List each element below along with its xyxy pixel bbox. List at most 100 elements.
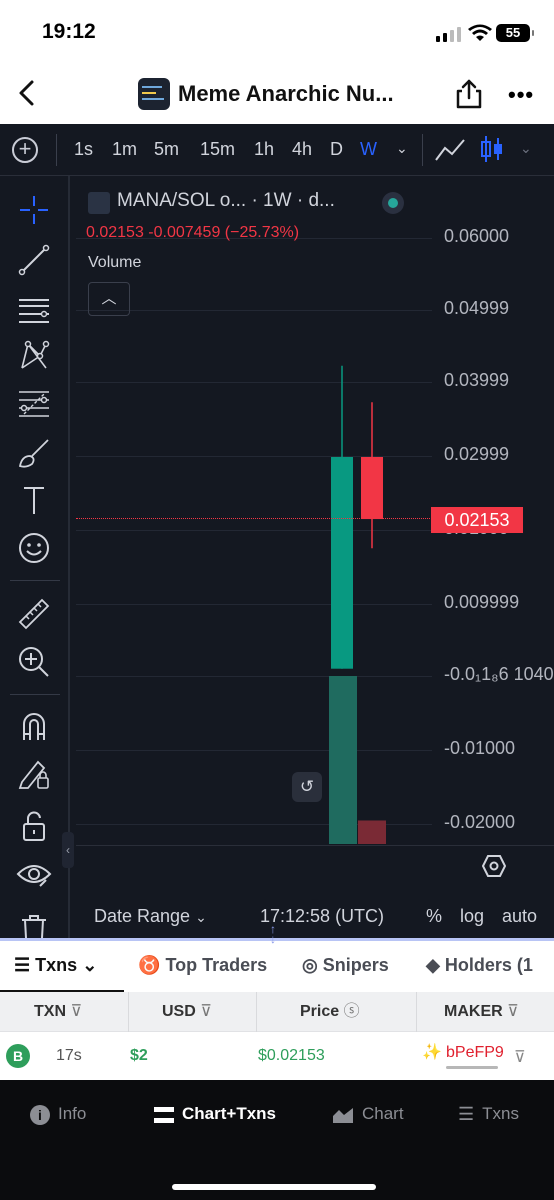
reset-chart-icon[interactable]: ↺	[292, 772, 322, 802]
candle-body	[331, 457, 353, 669]
horizontal-lines-icon[interactable]	[16, 292, 52, 328]
price-pane[interactable]: MANA/SOL o... · 1W · d... 0.02153 -0.007…	[76, 176, 554, 846]
brush-icon[interactable]	[16, 434, 52, 470]
column-divider	[128, 992, 129, 1032]
nav-txns-label: Txns	[482, 1104, 519, 1123]
timeframe-1s[interactable]: 1s	[74, 139, 93, 160]
tab-txns[interactable]: ☰ Txns ⌄	[14, 955, 97, 976]
nav-chart[interactable]: Chart	[332, 1104, 404, 1124]
eye-icon[interactable]	[16, 856, 52, 892]
tab-snipers[interactable]: ◎ Snipers	[302, 955, 389, 976]
toolbar-divider	[10, 580, 60, 581]
pattern-icon[interactable]	[16, 338, 52, 374]
cellular-signal-icon	[436, 27, 461, 42]
filter-icon[interactable]: ⊽	[70, 1003, 82, 1020]
lock-drawing-icon[interactable]	[16, 756, 52, 792]
nav-chart-txns-label: Chart+Txns	[182, 1104, 276, 1123]
battery-indicator: 55	[496, 24, 534, 42]
utc-clock[interactable]: 17:12:58 (UTC)	[260, 906, 384, 927]
log-scale-toggle[interactable]: log	[460, 906, 484, 927]
text-tool-icon[interactable]	[16, 482, 52, 518]
chart-type-dropdown-chevron-icon[interactable]: ⌄	[520, 140, 532, 157]
timeframe-w[interactable]: W	[360, 139, 377, 160]
magnet-icon[interactable]	[16, 708, 52, 744]
target-icon: ◎	[302, 955, 318, 975]
table-row[interactable]: B 17s $2 $0.02153 ✨ bPeFP9 ⊽	[0, 1032, 554, 1080]
column-usd[interactable]: USD ⊽	[162, 992, 212, 1032]
tab-holders[interactable]: ◆ Holders (1	[426, 955, 533, 976]
tab-top-traders-label: Top Traders	[165, 955, 268, 975]
candlestick-plot	[329, 365, 386, 844]
resize-handle-icon[interactable]: ↑ ↓	[270, 923, 276, 945]
chevron-down-icon: ⌄	[195, 909, 207, 925]
timeframe-toolbar: + 1s 1m 5m 15m 1h 4h D W ⌄ ⌄	[0, 124, 554, 176]
unlock-icon[interactable]	[16, 808, 52, 844]
maker-address[interactable]: bPeFP9	[446, 1044, 504, 1062]
column-txn-label: TXN	[34, 1003, 66, 1020]
zoom-in-icon[interactable]	[16, 644, 52, 680]
trash-icon[interactable]	[16, 910, 52, 938]
token-avatar	[138, 78, 170, 110]
collapse-legend-chevron-icon[interactable]: ︿	[88, 282, 130, 316]
add-indicator-icon[interactable]: +	[12, 137, 38, 163]
price-tick-label: 0.009999	[444, 592, 520, 612]
toolbar-divider	[10, 694, 60, 695]
price-tick-label: 0.02999	[444, 444, 510, 464]
pane-divider	[76, 845, 554, 846]
info-icon: i	[30, 1104, 50, 1125]
date-range-button[interactable]: Date Range ⌄	[94, 906, 207, 927]
auto-scale-toggle[interactable]: auto	[502, 906, 537, 927]
timeframe-1m[interactable]: 1m	[112, 139, 137, 160]
column-maker[interactable]: MAKER ⊽	[444, 992, 519, 1032]
nav-chart-txns[interactable]: Chart+Txns	[154, 1104, 276, 1124]
column-usd-label: USD	[162, 1003, 196, 1020]
filter-icon[interactable]: ⊽	[200, 1003, 212, 1020]
chart-widget: + 1s 1m 5m 15m 1h 4h D W ⌄ ⌄ ‹ MANA/SOL …	[0, 124, 554, 938]
timeframe-dropdown-chevron-icon[interactable]: ⌄	[396, 140, 408, 157]
ruler-icon[interactable]	[16, 596, 52, 632]
back-chevron-icon[interactable]	[14, 78, 44, 108]
price-tick-label: -0.0₁1₈6 1040	[444, 664, 554, 684]
timeframe-1h[interactable]: 1h	[254, 139, 274, 160]
medal-icon: ♉	[138, 955, 161, 975]
price-tick-label: 0.04999	[444, 298, 510, 318]
wifi-icon	[468, 24, 492, 41]
trend-line-icon[interactable]	[16, 242, 52, 278]
share-icon[interactable]	[454, 78, 484, 110]
chart-legend-title[interactable]: MANA/SOL o... · 1W · d...	[117, 190, 335, 212]
volume-bar	[358, 820, 386, 844]
column-maker-label: MAKER	[444, 1003, 503, 1020]
column-txn[interactable]: TXN ⊽	[34, 992, 82, 1032]
timeframe-d[interactable]: D	[330, 139, 343, 160]
more-options-icon[interactable]: •••	[508, 82, 534, 108]
date-range-label: Date Range	[94, 906, 191, 926]
bottom-nav: i Info Chart+Txns Chart ☰ Txns	[0, 1080, 554, 1200]
nav-txns[interactable]: ☰ Txns	[458, 1104, 519, 1125]
filter-icon[interactable]: ⊽	[507, 1003, 519, 1020]
fibonacci-icon[interactable]	[16, 386, 52, 422]
timeframe-5m[interactable]: 5m	[154, 139, 179, 160]
area-chart-icon	[333, 1107, 353, 1123]
toolbar-divider	[56, 134, 57, 166]
timeframe-15m[interactable]: 15m	[200, 139, 235, 160]
filter-icon[interactable]: ⊽	[514, 1047, 526, 1067]
crosshair-icon[interactable]	[16, 192, 52, 228]
collapse-toolbar-handle[interactable]: ‹	[62, 832, 74, 868]
percent-scale-toggle[interactable]: %	[426, 906, 442, 927]
chart-settings-icon[interactable]	[482, 854, 506, 878]
nav-info[interactable]: i Info	[30, 1104, 86, 1125]
candlestick-type-icon[interactable]	[480, 134, 504, 164]
tab-top-traders[interactable]: ♉ Top Traders	[138, 955, 267, 976]
price-tick-label: -0.01000	[444, 738, 516, 758]
volume-bar	[329, 676, 357, 844]
column-price[interactable]: Price ⓢ	[300, 992, 360, 1032]
current-price-line	[76, 518, 432, 519]
dollar-circle-icon[interactable]: ⓢ	[344, 1003, 360, 1020]
line-chart-icon[interactable]	[434, 136, 466, 164]
market-status-icon[interactable]	[382, 192, 404, 214]
maker-underline	[446, 1066, 498, 1069]
emoji-icon[interactable]	[16, 530, 52, 566]
timeframe-4h[interactable]: 4h	[292, 139, 312, 160]
page-title: Meme Anarchic Nu...	[178, 81, 394, 106]
pair-logo	[88, 192, 110, 214]
